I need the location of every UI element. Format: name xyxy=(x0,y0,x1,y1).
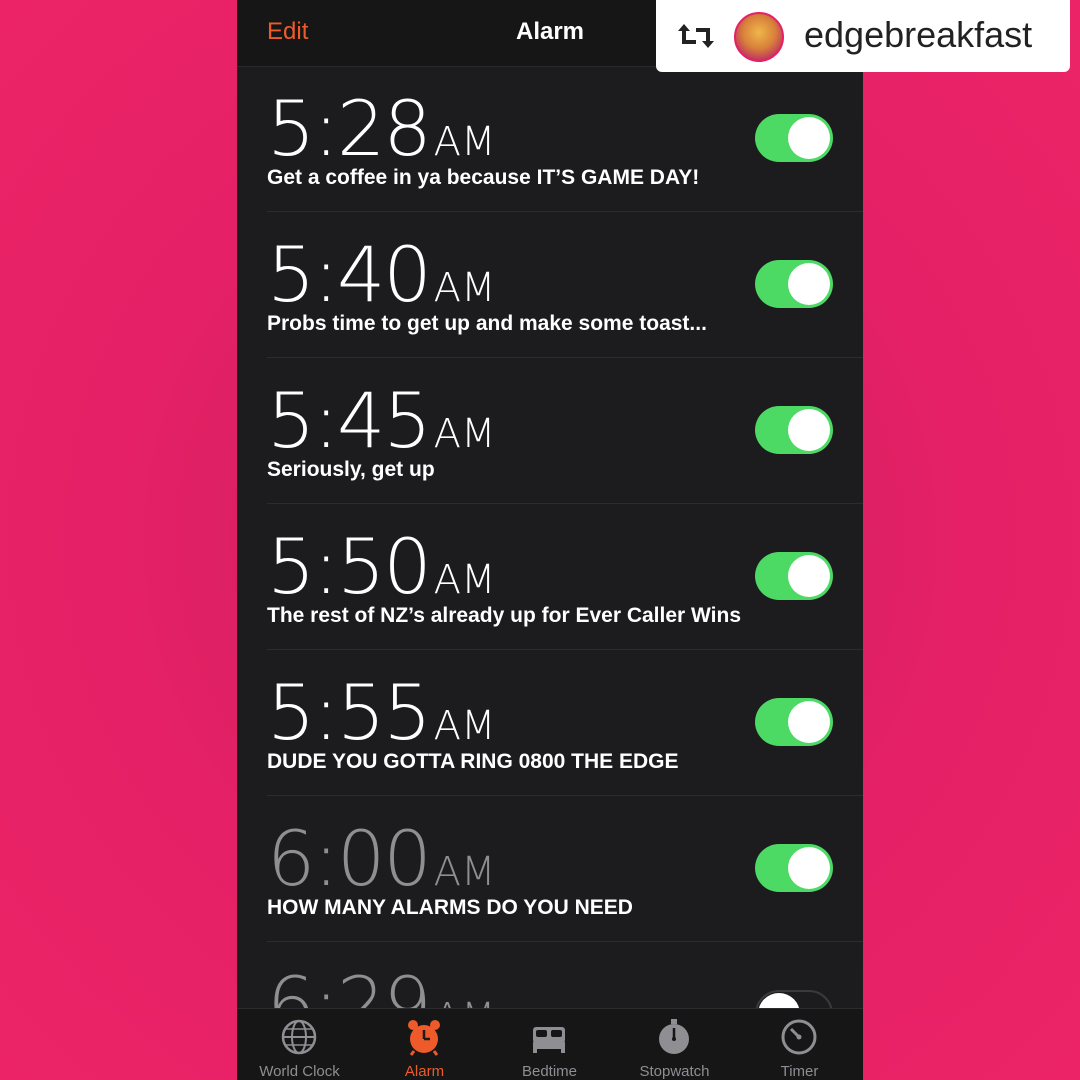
alarm-time-value: 5:28 xyxy=(267,84,432,173)
alarm-time: 6:00 AM xyxy=(267,814,496,903)
alarm-label: Probs time to get up and make some toast… xyxy=(267,312,707,335)
alarm-toggle[interactable] xyxy=(755,406,833,454)
phone-screen: Edit Alarm 5:28 AM Get a coffee in ya bec… xyxy=(237,0,863,1080)
alarm-ampm: AM xyxy=(433,557,496,603)
toggle-knob xyxy=(788,701,830,743)
alarm-time-value: 5:45 xyxy=(267,376,432,465)
alarm-row[interactable]: 5:45 AM Seriously, get up xyxy=(267,358,863,504)
alarm-toggle[interactable] xyxy=(755,114,833,162)
tab-bedtime[interactable]: Bedtime xyxy=(487,1009,612,1080)
tab-label: Alarm xyxy=(404,1063,445,1080)
alarm-list: 5:28 AM Get a coffee in ya because IT’S G… xyxy=(237,66,863,1080)
alarm-ampm: AM xyxy=(433,849,496,895)
bed-icon xyxy=(533,1027,565,1053)
alarm-ampm: AM xyxy=(433,411,496,457)
alarm-row[interactable]: 5:55 AM DUDE YOU GOTTA RING 0800 THE EDGE xyxy=(267,650,863,796)
alarm-time: 5:40 AM xyxy=(267,230,496,319)
alarm-row[interactable]: 5:40 AM Probs time to get up and make som… xyxy=(267,212,863,358)
alarm-label: The rest of NZ’s already up for Ever Cal… xyxy=(267,604,741,627)
alarm-time-value: 5:50 xyxy=(267,522,432,611)
alarm-time-value: 5:40 xyxy=(267,230,432,319)
alarm-label: HOW MANY ALARMS DO YOU NEED xyxy=(267,896,633,919)
alarm-clock-icon xyxy=(408,1020,440,1056)
alarm-label: Seriously, get up xyxy=(267,458,435,481)
stopwatch-icon xyxy=(659,1019,689,1054)
alarm-toggle[interactable] xyxy=(755,844,833,892)
repost-icon xyxy=(678,24,714,48)
toggle-knob xyxy=(788,555,830,597)
alarm-time: 5:28 AM xyxy=(267,84,496,173)
alarm-ampm: AM xyxy=(433,265,496,311)
alarm-label: Get a coffee in ya because IT’S GAME DAY… xyxy=(267,166,700,189)
alarm-time: 5:50 AM xyxy=(267,522,496,611)
tab-label: Timer xyxy=(780,1063,819,1080)
alarm-row[interactable]: 5:28 AM Get a coffee in ya because IT’S G… xyxy=(267,66,863,212)
toggle-knob xyxy=(788,263,830,305)
alarm-toggle[interactable] xyxy=(755,260,833,308)
alarm-ampm: AM xyxy=(433,703,496,749)
alarm-time-value: 6:00 xyxy=(267,814,432,903)
toggle-knob xyxy=(788,847,830,889)
alarm-time-value: 5:55 xyxy=(267,668,432,757)
tab-label: Bedtime xyxy=(521,1063,578,1080)
repost-username[interactable]: edgebreakfast xyxy=(804,14,1032,56)
alarm-toggle[interactable] xyxy=(755,552,833,600)
repost-banner: edgebreakfast xyxy=(656,0,1070,72)
tab-label: World Clock xyxy=(259,1063,340,1080)
tab-world-clock[interactable]: World Clock xyxy=(237,1009,362,1080)
tab-alarm[interactable]: Alarm xyxy=(362,1009,487,1080)
alarm-row[interactable]: 5:50 AM The rest of NZ’s already up for E… xyxy=(267,504,863,650)
alarm-time: 5:45 AM xyxy=(267,376,496,465)
tab-timer[interactable]: Timer xyxy=(737,1009,862,1080)
avatar[interactable] xyxy=(734,12,784,62)
toggle-knob xyxy=(788,117,830,159)
alarm-row[interactable]: 6:00 AM HOW MANY ALARMS DO YOU NEED xyxy=(267,796,863,942)
alarm-time: 5:55 AM xyxy=(267,668,496,757)
alarm-label: DUDE YOU GOTTA RING 0800 THE EDGE xyxy=(267,750,679,773)
alarm-ampm: AM xyxy=(433,119,496,165)
globe-icon xyxy=(281,1019,317,1055)
tab-bar: World Clock Alarm Bedtime Stopwatch Time… xyxy=(237,1008,863,1080)
timer-icon xyxy=(781,1019,817,1055)
toggle-knob xyxy=(788,409,830,451)
tab-label: Stopwatch xyxy=(639,1063,710,1080)
tab-stopwatch[interactable]: Stopwatch xyxy=(612,1009,737,1080)
alarm-toggle[interactable] xyxy=(755,698,833,746)
